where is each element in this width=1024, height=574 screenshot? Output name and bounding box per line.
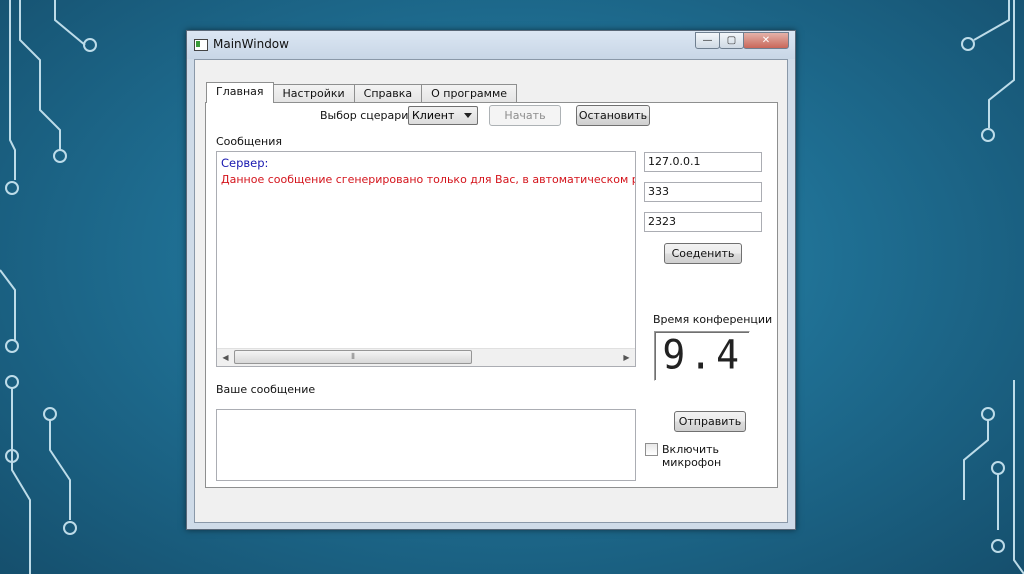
horizontal-scrollbar[interactable]: ◀ ⦀ ▶ (217, 348, 635, 366)
main-window: MainWindow — ▢ ✕ Главная Настройки Справ… (186, 30, 796, 530)
messages-label: Сообщения (216, 135, 283, 148)
scroll-left-icon[interactable]: ◀ (217, 349, 234, 366)
microphone-label[interactable]: Включить микрофон (662, 443, 777, 469)
conference-time-display: 9.4 (654, 331, 750, 381)
tab-main[interactable]: Главная (206, 82, 274, 103)
tab-bar: Главная Настройки Справка О программе (206, 82, 518, 103)
tab-help[interactable]: Справка (353, 84, 423, 103)
title-bar[interactable]: MainWindow — ▢ ✕ (187, 31, 795, 59)
message-input[interactable] (216, 409, 636, 481)
microphone-checkbox[interactable] (645, 443, 658, 456)
chevron-down-icon (464, 113, 472, 118)
close-button[interactable]: ✕ (743, 32, 789, 49)
scenario-select[interactable]: Клиент (408, 106, 478, 125)
scenario-select-value: Клиент (412, 109, 455, 122)
minimize-button[interactable]: — (695, 32, 720, 49)
your-message-label: Ваше сообщение (216, 383, 316, 396)
circuit-decoration-right (961, 0, 1024, 574)
scenario-label: Выбор сцерария (320, 109, 415, 122)
message-sender: Сервер: (221, 156, 269, 170)
connection-field-2[interactable]: 333 (644, 182, 762, 202)
ip-address-field[interactable]: 127.0.0.1 (644, 152, 762, 172)
tab-about[interactable]: О программе (421, 84, 518, 103)
stop-button[interactable]: Остановить (576, 105, 650, 126)
scroll-right-icon[interactable]: ▶ (618, 349, 635, 366)
main-tab-panel: Выбор сцерария Клиент Начать Остановить … (205, 102, 778, 488)
circuit-decoration-left (0, 0, 97, 574)
conference-time-value: 9.4 (662, 331, 743, 379)
connect-button[interactable]: Соеденить (664, 243, 742, 264)
port-field[interactable]: 2323 (644, 212, 762, 232)
tab-settings[interactable]: Настройки (272, 84, 355, 103)
app-icon (194, 39, 208, 51)
scroll-thumb[interactable]: ⦀ (234, 350, 472, 364)
start-button[interactable]: Начать (489, 105, 561, 126)
maximize-button[interactable]: ▢ (719, 32, 744, 49)
message-text: Данное сообщение сгенерировано только дл… (221, 173, 636, 186)
conference-time-label: Время конференции (653, 313, 773, 326)
window-title: MainWindow (213, 37, 289, 51)
messages-view[interactable]: Сервер: Данное сообщение сгенерировано т… (216, 151, 636, 367)
client-area: Главная Настройки Справка О программе Вы… (194, 59, 788, 523)
send-button[interactable]: Отправить (674, 411, 746, 432)
